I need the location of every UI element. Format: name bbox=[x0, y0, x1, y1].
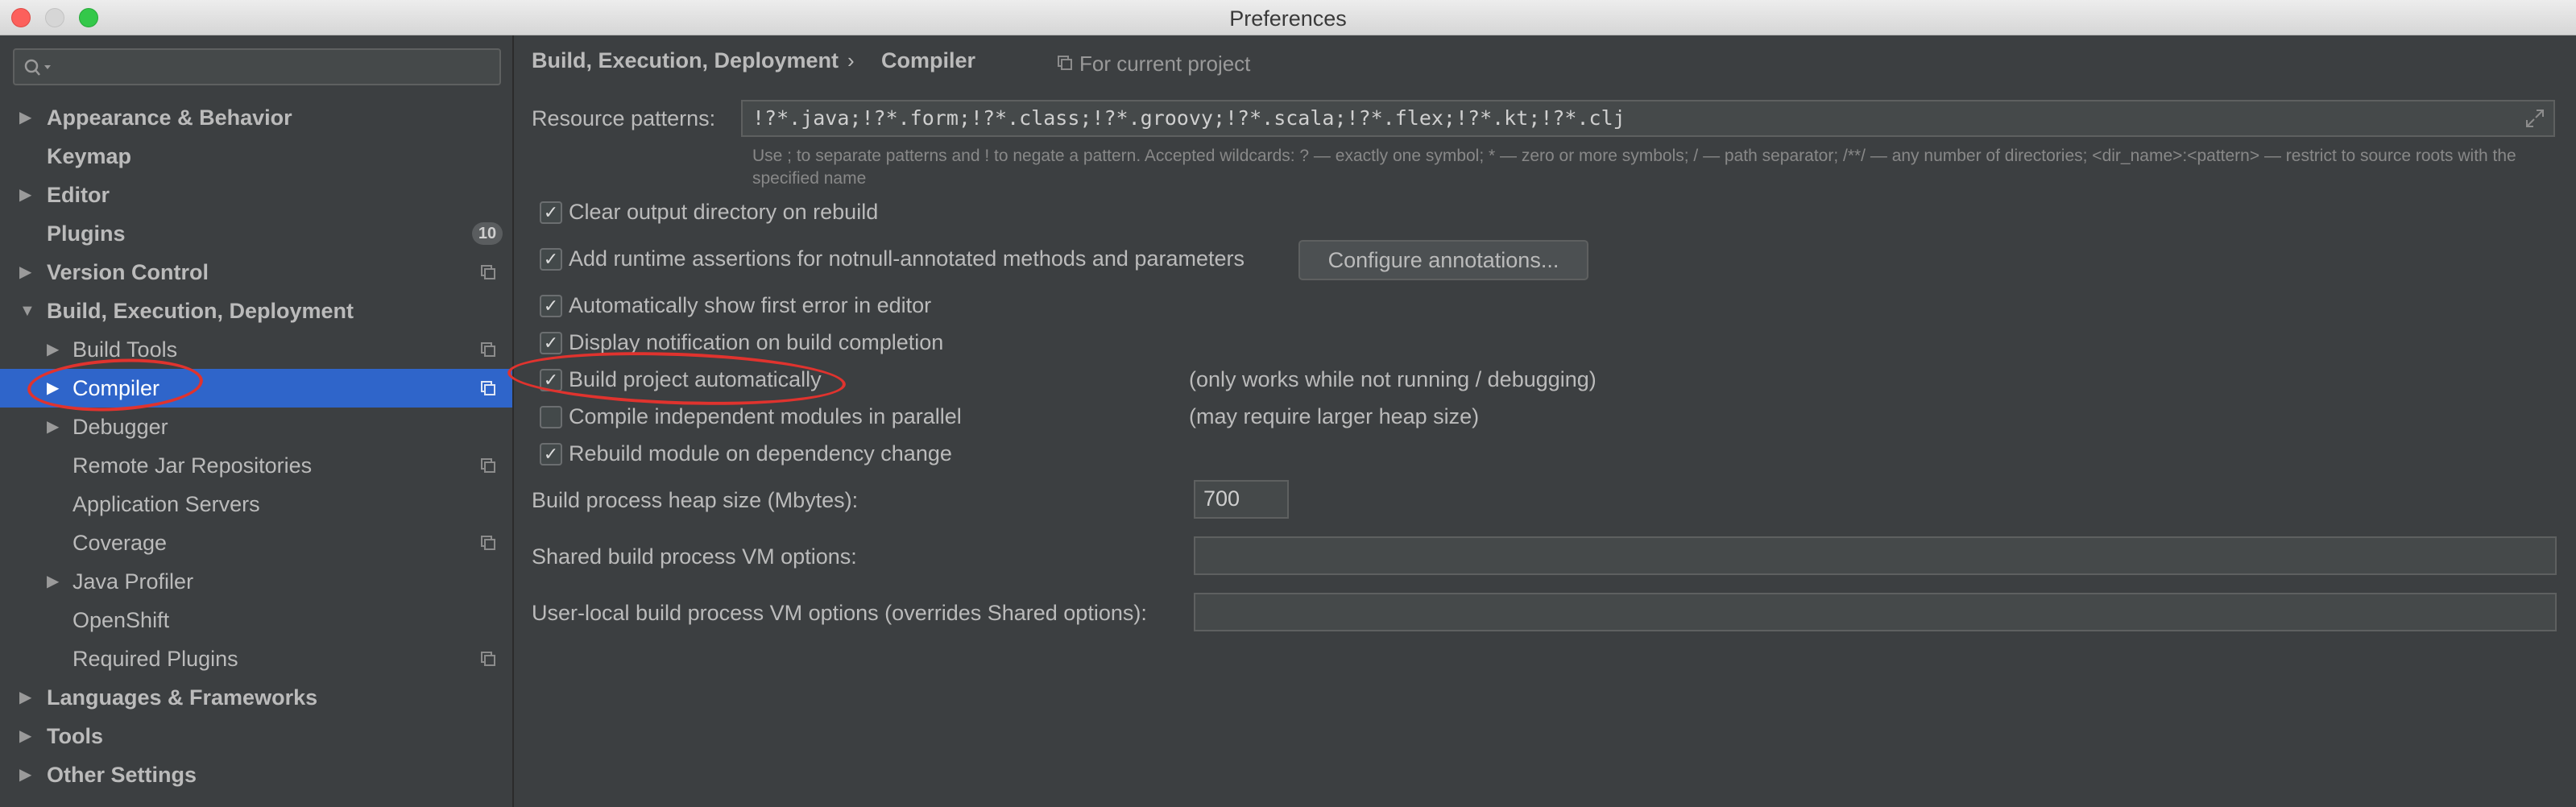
parallel-compile-checkbox[interactable] bbox=[540, 406, 562, 428]
sidebar-item-label: Java Profiler bbox=[72, 569, 194, 594]
chevron-right-icon[interactable]: ▶ bbox=[19, 755, 35, 794]
sidebar-item-label: Compiler bbox=[72, 376, 160, 400]
sidebar-item-openshift[interactable]: OpenShift bbox=[0, 601, 512, 639]
sidebar-item-label: Tools bbox=[47, 724, 103, 748]
compiler-settings-panel: Build, Execution, Deployment › Compiler … bbox=[516, 35, 2576, 807]
sidebar-item-label: OpenShift bbox=[72, 608, 170, 632]
project-scope-icon bbox=[481, 265, 495, 279]
project-scope-icon bbox=[481, 342, 495, 357]
chevron-right-icon[interactable]: ▶ bbox=[19, 678, 35, 717]
search-icon bbox=[24, 59, 51, 76]
sidebar-item-label: Remote Jar Repositories bbox=[72, 453, 313, 478]
build-automatically-label[interactable]: Build project automatically bbox=[569, 367, 822, 392]
chevron-right-icon[interactable]: ▶ bbox=[47, 408, 63, 446]
sidebar-item-build-tools[interactable]: ▶ Build Tools bbox=[0, 330, 512, 369]
sidebar-item-label: Build Tools bbox=[72, 337, 178, 362]
search-input[interactable] bbox=[13, 48, 501, 85]
project-scope-icon bbox=[481, 458, 495, 473]
rebuild-on-dependency-label[interactable]: Rebuild module on dependency change bbox=[569, 441, 952, 466]
chevron-right-icon[interactable]: ▶ bbox=[19, 717, 35, 755]
parallel-compile-note: (may require larger heap size) bbox=[1189, 404, 1480, 428]
chevron-right-icon[interactable]: ▶ bbox=[19, 176, 35, 214]
rebuild-on-dependency-checkbox[interactable]: ✓ bbox=[540, 443, 562, 466]
runtime-assertions-checkbox[interactable]: ✓ bbox=[540, 248, 562, 271]
sidebar-item-version-control[interactable]: ▶ Version Control bbox=[0, 253, 512, 292]
chevron-right-icon[interactable]: ▶ bbox=[19, 253, 35, 292]
title-bar: Preferences bbox=[0, 0, 2576, 35]
build-automatically-note: (only works while not running / debuggin… bbox=[1189, 367, 1597, 391]
sidebar-item-label: Editor bbox=[47, 183, 110, 207]
breadcrumb-parent[interactable]: Build, Execution, Deployment bbox=[532, 48, 839, 73]
heap-size-input[interactable]: 700 bbox=[1194, 480, 1289, 519]
sidebar-item-label: Keymap bbox=[47, 144, 132, 168]
sidebar-item-tools[interactable]: ▶ Tools bbox=[0, 717, 512, 755]
sidebar-item-compiler[interactable]: ▶ Compiler bbox=[0, 369, 512, 408]
sidebar-item-remote-jar-repositories[interactable]: Remote Jar Repositories bbox=[0, 446, 512, 485]
show-first-error-checkbox[interactable]: ✓ bbox=[540, 295, 562, 317]
project-scope-icon bbox=[1058, 56, 1072, 70]
sidebar-item-label: Build, Execution, Deployment bbox=[47, 299, 354, 323]
shared-vm-options-label: Shared build process VM options: bbox=[532, 544, 857, 569]
window-title: Preferences bbox=[1229, 6, 1347, 31]
sidebar-item-editor[interactable]: ▶ Editor bbox=[0, 176, 512, 214]
chevron-down-icon[interactable]: ▼ bbox=[19, 292, 35, 330]
sidebar-item-application-servers[interactable]: Application Servers bbox=[0, 485, 512, 524]
scope-label: For current project bbox=[1079, 52, 1251, 76]
heap-size-label: Build process heap size (Mbytes): bbox=[532, 488, 859, 512]
project-scope-icon bbox=[481, 381, 495, 395]
build-automatically-checkbox[interactable]: ✓ bbox=[540, 369, 562, 391]
build-notification-checkbox[interactable]: ✓ bbox=[540, 332, 562, 354]
project-scope-icon bbox=[481, 652, 495, 666]
expand-icon[interactable] bbox=[2524, 108, 2545, 129]
chevron-right-icon[interactable]: ▶ bbox=[47, 369, 63, 408]
project-scope-icon bbox=[481, 536, 495, 550]
resource-patterns-label: Resource patterns: bbox=[532, 106, 716, 130]
chevron-right-icon[interactable]: ▶ bbox=[19, 98, 35, 137]
sidebar-item-appearance[interactable]: ▶ Appearance & Behavior bbox=[0, 98, 512, 137]
sidebar-item-label: Required Plugins bbox=[72, 647, 238, 671]
sidebar-item-plugins[interactable]: Plugins 10 bbox=[0, 214, 512, 253]
sidebar-item-coverage[interactable]: Coverage bbox=[0, 524, 512, 562]
breadcrumb-separator: › bbox=[847, 48, 855, 72]
runtime-assertions-label[interactable]: Add runtime assertions for notnull-annot… bbox=[569, 246, 1245, 271]
settings-sidebar: ▶ Appearance & Behavior Keymap ▶ Editor … bbox=[0, 35, 514, 807]
user-local-vm-options-label: User-local build process VM options (ove… bbox=[532, 601, 1147, 625]
sidebar-item-debugger[interactable]: ▶ Debugger bbox=[0, 408, 512, 446]
resource-patterns-hint: Use ; to separate patterns and ! to nega… bbox=[752, 147, 2516, 188]
sidebar-item-other-settings[interactable]: ▶ Other Settings bbox=[0, 755, 512, 794]
sidebar-item-label: Debugger bbox=[72, 415, 168, 439]
breadcrumb-current: Compiler bbox=[881, 48, 976, 72]
sidebar-item-java-profiler[interactable]: ▶ Java Profiler bbox=[0, 562, 512, 601]
sidebar-item-required-plugins[interactable]: Required Plugins bbox=[0, 639, 512, 678]
shared-vm-options-input[interactable] bbox=[1194, 536, 2557, 575]
clear-output-checkbox[interactable]: ✓ bbox=[540, 201, 562, 224]
show-first-error-label[interactable]: Automatically show first error in editor bbox=[569, 293, 931, 318]
resource-patterns-input[interactable]: !?*.java;!?*.form;!?*.class;!?*.groovy;!… bbox=[741, 100, 2555, 137]
sidebar-item-keymap[interactable]: Keymap bbox=[0, 137, 512, 176]
sidebar-item-label: Version Control bbox=[47, 260, 209, 284]
user-local-vm-options-input[interactable] bbox=[1194, 593, 2557, 631]
configure-annotations-button[interactable]: Configure annotations... bbox=[1298, 240, 1588, 280]
plugins-update-count-badge: 10 bbox=[472, 222, 503, 245]
sidebar-item-label: Languages & Frameworks bbox=[47, 685, 318, 710]
chevron-right-icon[interactable]: ▶ bbox=[47, 330, 63, 369]
chevron-right-icon[interactable]: ▶ bbox=[47, 562, 63, 601]
sidebar-item-label: Application Servers bbox=[72, 492, 260, 516]
clear-output-label[interactable]: Clear output directory on rebuild bbox=[569, 200, 878, 225]
sidebar-item-label: Other Settings bbox=[47, 763, 197, 787]
parallel-compile-label[interactable]: Compile independent modules in parallel bbox=[569, 404, 962, 429]
sidebar-item-label: Plugins bbox=[47, 221, 126, 246]
sidebar-item-build-execution-deployment[interactable]: ▼ Build, Execution, Deployment bbox=[0, 292, 512, 330]
sidebar-item-label: Appearance & Behavior bbox=[47, 106, 292, 130]
build-notification-label[interactable]: Display notification on build completion bbox=[569, 330, 943, 355]
sidebar-item-label: Coverage bbox=[72, 531, 168, 555]
sidebar-item-languages-frameworks[interactable]: ▶ Languages & Frameworks bbox=[0, 678, 512, 717]
